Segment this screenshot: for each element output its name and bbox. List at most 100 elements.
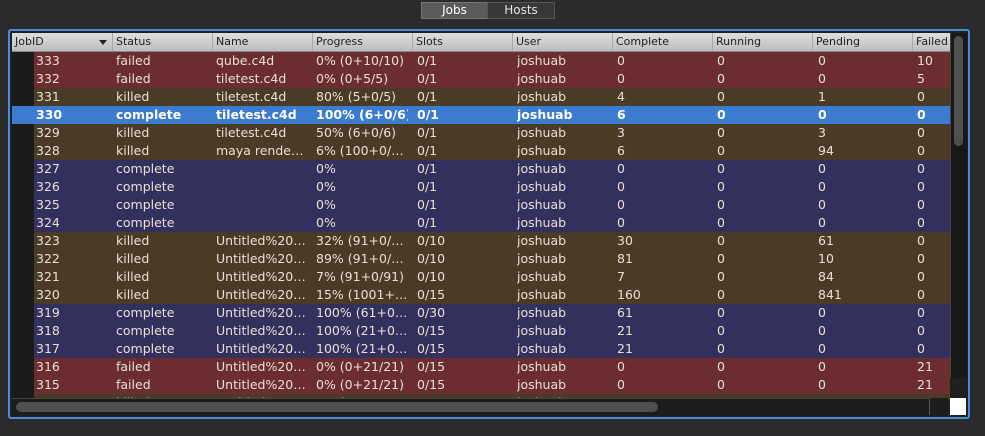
cell-name: Untitled%20…	[216, 341, 306, 356]
row-gutter	[12, 304, 34, 322]
cell-jobid: 324	[36, 215, 60, 230]
table-row[interactable]: 316 failed Untitled%20… 0% (0+21/21) 0/15 jos…	[12, 358, 950, 376]
table-row[interactable]: 320 killed Untitled%20… 15% (1001+… 0/15 josh…	[12, 286, 950, 304]
table-row[interactable]: 317 complete Untitled%20… 100% (21+0… 0/15 jo…	[12, 340, 950, 358]
cell-name: tiletest.c4d	[216, 125, 287, 140]
table-row[interactable]: 324 complete 0% 0/1 joshuab 0 0 0 0	[12, 214, 950, 232]
cell-progress: 0%	[316, 161, 336, 176]
table-row[interactable]: 318 complete Untitled%20… 100% (21+0… 0/15 jo…	[12, 322, 950, 340]
horizontal-scrollbar[interactable]	[12, 398, 948, 416]
cell-complete: 21	[617, 341, 633, 356]
cell-name: tiletest.c4d	[216, 71, 287, 86]
cell-status: complete	[116, 323, 175, 338]
cell-running: 0	[717, 125, 725, 140]
table-row[interactable]: 332 failed tiletest.c4d 0% (0+5/5) 0/1 joshua…	[12, 70, 950, 88]
cell-user: joshuab	[517, 143, 567, 158]
row-gutter	[12, 160, 34, 178]
cell-slots: 0/15	[417, 359, 446, 374]
column-header-failed[interactable]: Failed	[912, 33, 950, 51]
row-gutter	[12, 358, 34, 376]
column-header-progress[interactable]: Progress	[312, 33, 412, 51]
cell-user: joshuab	[517, 287, 567, 302]
cell-status: failed	[116, 377, 151, 392]
cell-name: tiletest.c4d	[216, 89, 287, 104]
cell-failed: 21	[917, 359, 933, 374]
cell-slots: 0/1	[417, 107, 439, 122]
sort-descending-icon	[99, 40, 107, 45]
cell-user: joshuab	[517, 341, 567, 356]
table-row[interactable]: 331 killed tiletest.c4d 80% (5+0/5) 0/1 joshu…	[12, 88, 950, 106]
table-row[interactable]: 326 complete 0% 0/1 joshuab 0 0 0 0	[12, 178, 950, 196]
horizontal-scrollbar-thumb[interactable]	[16, 402, 658, 412]
cell-complete: 0	[617, 161, 625, 176]
cell-complete: 0	[617, 215, 625, 230]
column-header-user[interactable]: User	[512, 33, 612, 51]
table-row[interactable]: 333 failed qube.c4d 0% (0+10/10) 0/1 joshuab 0…	[12, 52, 950, 70]
row-gutter	[12, 124, 34, 142]
cell-name: Untitled%20…	[216, 233, 306, 248]
row-gutter	[12, 70, 34, 88]
cell-status: killed	[116, 251, 150, 266]
row-gutter	[12, 340, 34, 358]
cell-jobid: 328	[36, 143, 60, 158]
cell-slots: 0/1	[417, 179, 438, 194]
cell-user: joshuab	[517, 179, 567, 194]
table-row[interactable]: 328 killed maya rende… 6% (100+0/… 0/1 joshua…	[12, 142, 950, 160]
row-gutter	[12, 214, 34, 232]
cell-failed: 0	[917, 179, 925, 194]
tab-jobs[interactable]: Jobs	[421, 2, 488, 19]
cell-pending: 3	[818, 125, 826, 140]
cell-name: Untitled%20…	[216, 251, 306, 266]
cell-complete: 6	[617, 107, 626, 122]
cell-slots: 0/1	[417, 89, 438, 104]
column-header-running[interactable]: Running	[712, 33, 812, 51]
cell-status: failed	[116, 359, 151, 374]
cell-failed: 0	[917, 323, 925, 338]
column-header-slots[interactable]: Slots	[412, 33, 512, 51]
cell-slots: 0/1	[417, 143, 438, 158]
cell-name: Untitled%20…	[216, 269, 306, 284]
cell-user: joshuab	[517, 53, 567, 68]
table-row[interactable]: 330 complete tiletest.c4d 100% (6+0/6) 0/1 jo…	[12, 106, 950, 124]
cell-status: killed	[116, 233, 150, 248]
column-header-pending[interactable]: Pending	[812, 33, 912, 51]
column-header-name[interactable]: Name	[212, 33, 312, 51]
cell-slots: 0/15	[417, 341, 446, 356]
table-row[interactable]: 323 killed Untitled%20… 32% (91+0/… 0/10 josh…	[12, 232, 950, 250]
column-header-status[interactable]: Status	[112, 33, 212, 51]
cell-slots: 0/10	[417, 233, 446, 248]
cell-user: joshuab	[517, 269, 567, 284]
cell-failed: 0	[917, 215, 925, 230]
table-row[interactable]: 319 complete Untitled%20… 100% (61+0… 0/30 jo…	[12, 304, 950, 322]
cell-running: 0	[717, 107, 726, 122]
cell-jobid: 326	[36, 179, 60, 194]
column-header-jobid[interactable]: JobID	[12, 33, 112, 51]
cell-progress: 7% (91+0/91)	[316, 269, 405, 284]
cell-jobid: 321	[36, 269, 60, 284]
table-row[interactable]: 329 killed tiletest.c4d 50% (6+0/6) 0/1 joshu…	[12, 124, 950, 142]
table-row[interactable]: 325 complete 0% 0/1 joshuab 0 0 0 0	[12, 196, 950, 214]
cell-slots: 0/10	[417, 251, 446, 266]
row-gutter	[12, 286, 34, 304]
cell-status: complete	[116, 305, 175, 320]
cell-slots: 0/1	[417, 161, 438, 176]
vertical-scrollbar-thumb[interactable]	[954, 36, 963, 146]
cell-running: 0	[717, 179, 725, 194]
row-gutter	[12, 376, 34, 394]
table-row[interactable]: 315 failed Untitled%20… 0% (0+21/21) 0/15 jos…	[12, 376, 950, 394]
table-row[interactable]: 322 killed Untitled%20… 89% (91+0/… 0/10 josh…	[12, 250, 950, 268]
cell-complete: 0	[617, 197, 625, 212]
table-row[interactable]: 327 complete 0% 0/1 joshuab 0 0 0 0	[12, 160, 950, 178]
cell-pending: 0	[818, 197, 826, 212]
cell-progress: 0% (0+5/5)	[316, 71, 389, 86]
cell-jobid: 318	[36, 323, 60, 338]
table-row[interactable]: 321 killed Untitled%20… 7% (91+0/91) 0/10 jos…	[12, 268, 950, 286]
tab-hosts[interactable]: Hosts	[487, 2, 555, 19]
cell-user: joshuab	[517, 107, 573, 122]
vertical-scrollbar[interactable]	[950, 33, 967, 378]
column-header-complete[interactable]: Complete	[612, 33, 712, 51]
table-header: JobID Status Name Progress Slots User Complete…	[12, 33, 950, 52]
cell-failed: 0	[917, 89, 925, 104]
row-gutter	[12, 88, 34, 106]
cell-status: failed	[116, 53, 151, 68]
